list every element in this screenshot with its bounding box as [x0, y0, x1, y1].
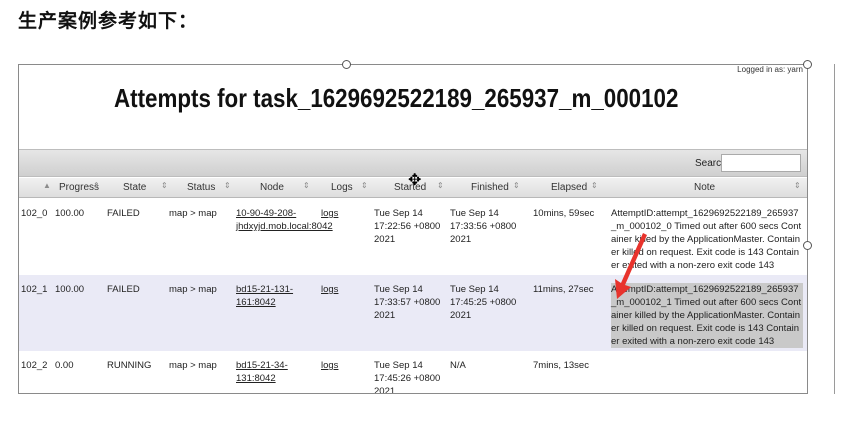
elapsed-cell: 10mins, 59sec [533, 208, 595, 219]
elapsed-cell: 11mins, 27sec [533, 284, 594, 295]
table-row[interactable]: 102_0 100.00 FAILED map > map 10-90-49-2… [19, 199, 807, 275]
sort-icon[interactable]: ▲ [43, 181, 51, 190]
column-header-node[interactable]: Node [260, 182, 284, 193]
progress-cell: 100.00 [55, 284, 85, 295]
logs-link[interactable]: logs [321, 207, 338, 220]
attempt-cell: 102_2 [21, 360, 48, 371]
started-cell: Tue Sep 14 17:45:26 +0800 2021 [374, 360, 441, 394]
column-header-status[interactable]: Status [187, 182, 215, 193]
node-link[interactable]: 10-90-49-208-jhdxyjd.mob.local:8042 [236, 207, 333, 233]
page-title: Attempts for task_1629692522189_265937_m… [114, 83, 679, 113]
column-header-logs[interactable]: Logs [331, 182, 353, 193]
sort-icon[interactable]: ⇕ [303, 181, 310, 190]
screenshot-frame: Logged in as: yarn Attempts for task_162… [18, 64, 808, 394]
progress-cell: 0.00 [55, 360, 74, 371]
elapsed-cell: 7mins, 13sec [533, 360, 589, 371]
column-header-note[interactable]: Note [694, 182, 715, 193]
node-link[interactable]: bd15-21-131-161:8042 [236, 283, 326, 309]
attempt-cell: 102_1 [21, 284, 48, 295]
sort-icon[interactable]: ⇕ [794, 181, 801, 190]
move-cursor-icon: ✥ [408, 172, 422, 189]
sort-icon[interactable]: ⇕ [224, 181, 231, 190]
logged-in-label: Logged in as: yarn [737, 65, 803, 74]
sort-icon[interactable]: ⇕ [591, 181, 598, 190]
logs-link[interactable]: logs [321, 283, 338, 296]
search-input[interactable] [721, 154, 801, 172]
attempt-cell: 102_0 [21, 208, 48, 219]
status-cell: map > map [169, 284, 217, 295]
red-arrow-annotation [615, 233, 647, 299]
column-header-state[interactable]: State [123, 182, 146, 193]
state-cell: RUNNING [107, 360, 152, 371]
sort-icon[interactable]: ⇕ [161, 181, 168, 190]
sort-icon[interactable]: ⇕ [361, 181, 368, 190]
table-row[interactable]: 102_2 0.00 RUNNING map > map bd15-21-34-… [19, 351, 807, 394]
resize-handle[interactable] [342, 60, 351, 69]
status-cell: map > map [169, 360, 217, 371]
column-header-finished[interactable]: Finished [471, 182, 509, 193]
finished-cell: Tue Sep 14 17:33:56 +0800 2021 [450, 208, 517, 245]
started-cell: Tue Sep 14 17:22:56 +0800 2021 [374, 208, 441, 245]
state-cell: FAILED [107, 208, 140, 219]
finished-cell: Tue Sep 14 17:45:25 +0800 2021 [450, 284, 517, 321]
sort-icon[interactable]: ⇕ [93, 181, 100, 190]
sort-icon[interactable]: ⇕ [513, 181, 520, 190]
column-header-elapsed[interactable]: Elapsed [551, 182, 587, 193]
page-heading: 生产案例参考如下： [18, 10, 199, 32]
sort-icon[interactable]: ⇕ [437, 181, 444, 190]
state-cell: FAILED [107, 284, 140, 295]
logs-link[interactable]: logs [321, 359, 338, 372]
resize-handle[interactable] [803, 241, 812, 250]
divider [834, 64, 835, 394]
node-link[interactable]: bd15-21-34-131:8042 [236, 359, 326, 385]
status-cell: map > map [169, 208, 217, 219]
started-cell: Tue Sep 14 17:33:57 +0800 2021 [374, 284, 441, 321]
finished-cell: N/A [450, 360, 466, 371]
resize-handle[interactable] [803, 60, 812, 69]
table-row[interactable]: 102_1 100.00 FAILED map > map bd15-21-13… [19, 275, 807, 351]
progress-cell: 100.00 [55, 208, 85, 219]
